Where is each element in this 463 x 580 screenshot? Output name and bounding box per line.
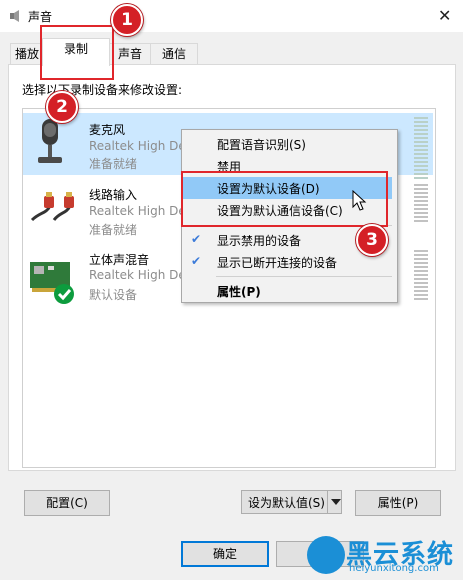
watermark-logo bbox=[307, 536, 345, 574]
device-driver: Realtek High De bbox=[89, 139, 186, 153]
level-meter bbox=[414, 117, 428, 181]
properties-button[interactable]: 属性(P) bbox=[355, 490, 441, 516]
speaker-icon bbox=[10, 10, 19, 22]
microphone-icon bbox=[38, 119, 62, 163]
tab-communications[interactable]: 通信 bbox=[150, 43, 198, 64]
device-status: 准备就绪 bbox=[89, 157, 138, 171]
sound-card-icon bbox=[30, 262, 74, 304]
device-name: 立体声混音 bbox=[89, 253, 150, 267]
level-meter bbox=[414, 250, 428, 314]
watermark-url: heiyunxitong.com bbox=[349, 563, 439, 574]
level-meter bbox=[414, 184, 428, 248]
line-in-icon bbox=[30, 192, 74, 222]
device-driver: Realtek High De bbox=[89, 204, 186, 218]
instruction-text: 选择以下录制设备来修改设置: bbox=[22, 83, 183, 97]
menu-item-show-disabled[interactable]: 显示禁用的设备 bbox=[217, 232, 301, 249]
check-icon: ✔ bbox=[191, 254, 202, 268]
tab-playback[interactable]: 播放 bbox=[10, 43, 44, 64]
menu-item-show-disconnected[interactable]: 显示已断开连接的设备 bbox=[217, 254, 337, 271]
device-name: 线路输入 bbox=[89, 188, 138, 202]
device-name: 麦克风 bbox=[89, 123, 126, 137]
annotation-badge-3: 3 bbox=[356, 224, 388, 256]
menu-separator bbox=[216, 276, 392, 277]
device-status: 默认设备 bbox=[89, 288, 138, 302]
ok-button[interactable]: 确定 bbox=[181, 541, 269, 567]
annotation-badge-2: 2 bbox=[46, 91, 78, 123]
tab-sounds[interactable]: 声音 bbox=[108, 43, 152, 64]
chevron-down-icon[interactable] bbox=[327, 490, 344, 514]
menu-item-configure-speech[interactable]: 配置语音识别(S) bbox=[217, 136, 306, 153]
annotation-badge-1: 1 bbox=[111, 4, 143, 36]
close-icon[interactable]: ✕ bbox=[438, 6, 451, 25]
cursor-icon bbox=[352, 190, 367, 211]
annotation-box bbox=[40, 25, 114, 80]
menu-item-properties[interactable]: 属性(P) bbox=[217, 283, 261, 300]
device-driver: Realtek High De bbox=[89, 268, 186, 282]
device-status: 准备就绪 bbox=[89, 223, 138, 237]
check-icon: ✔ bbox=[191, 232, 202, 246]
window-title: 声音 bbox=[28, 10, 53, 24]
configure-button[interactable]: 配置(C) bbox=[24, 490, 110, 516]
